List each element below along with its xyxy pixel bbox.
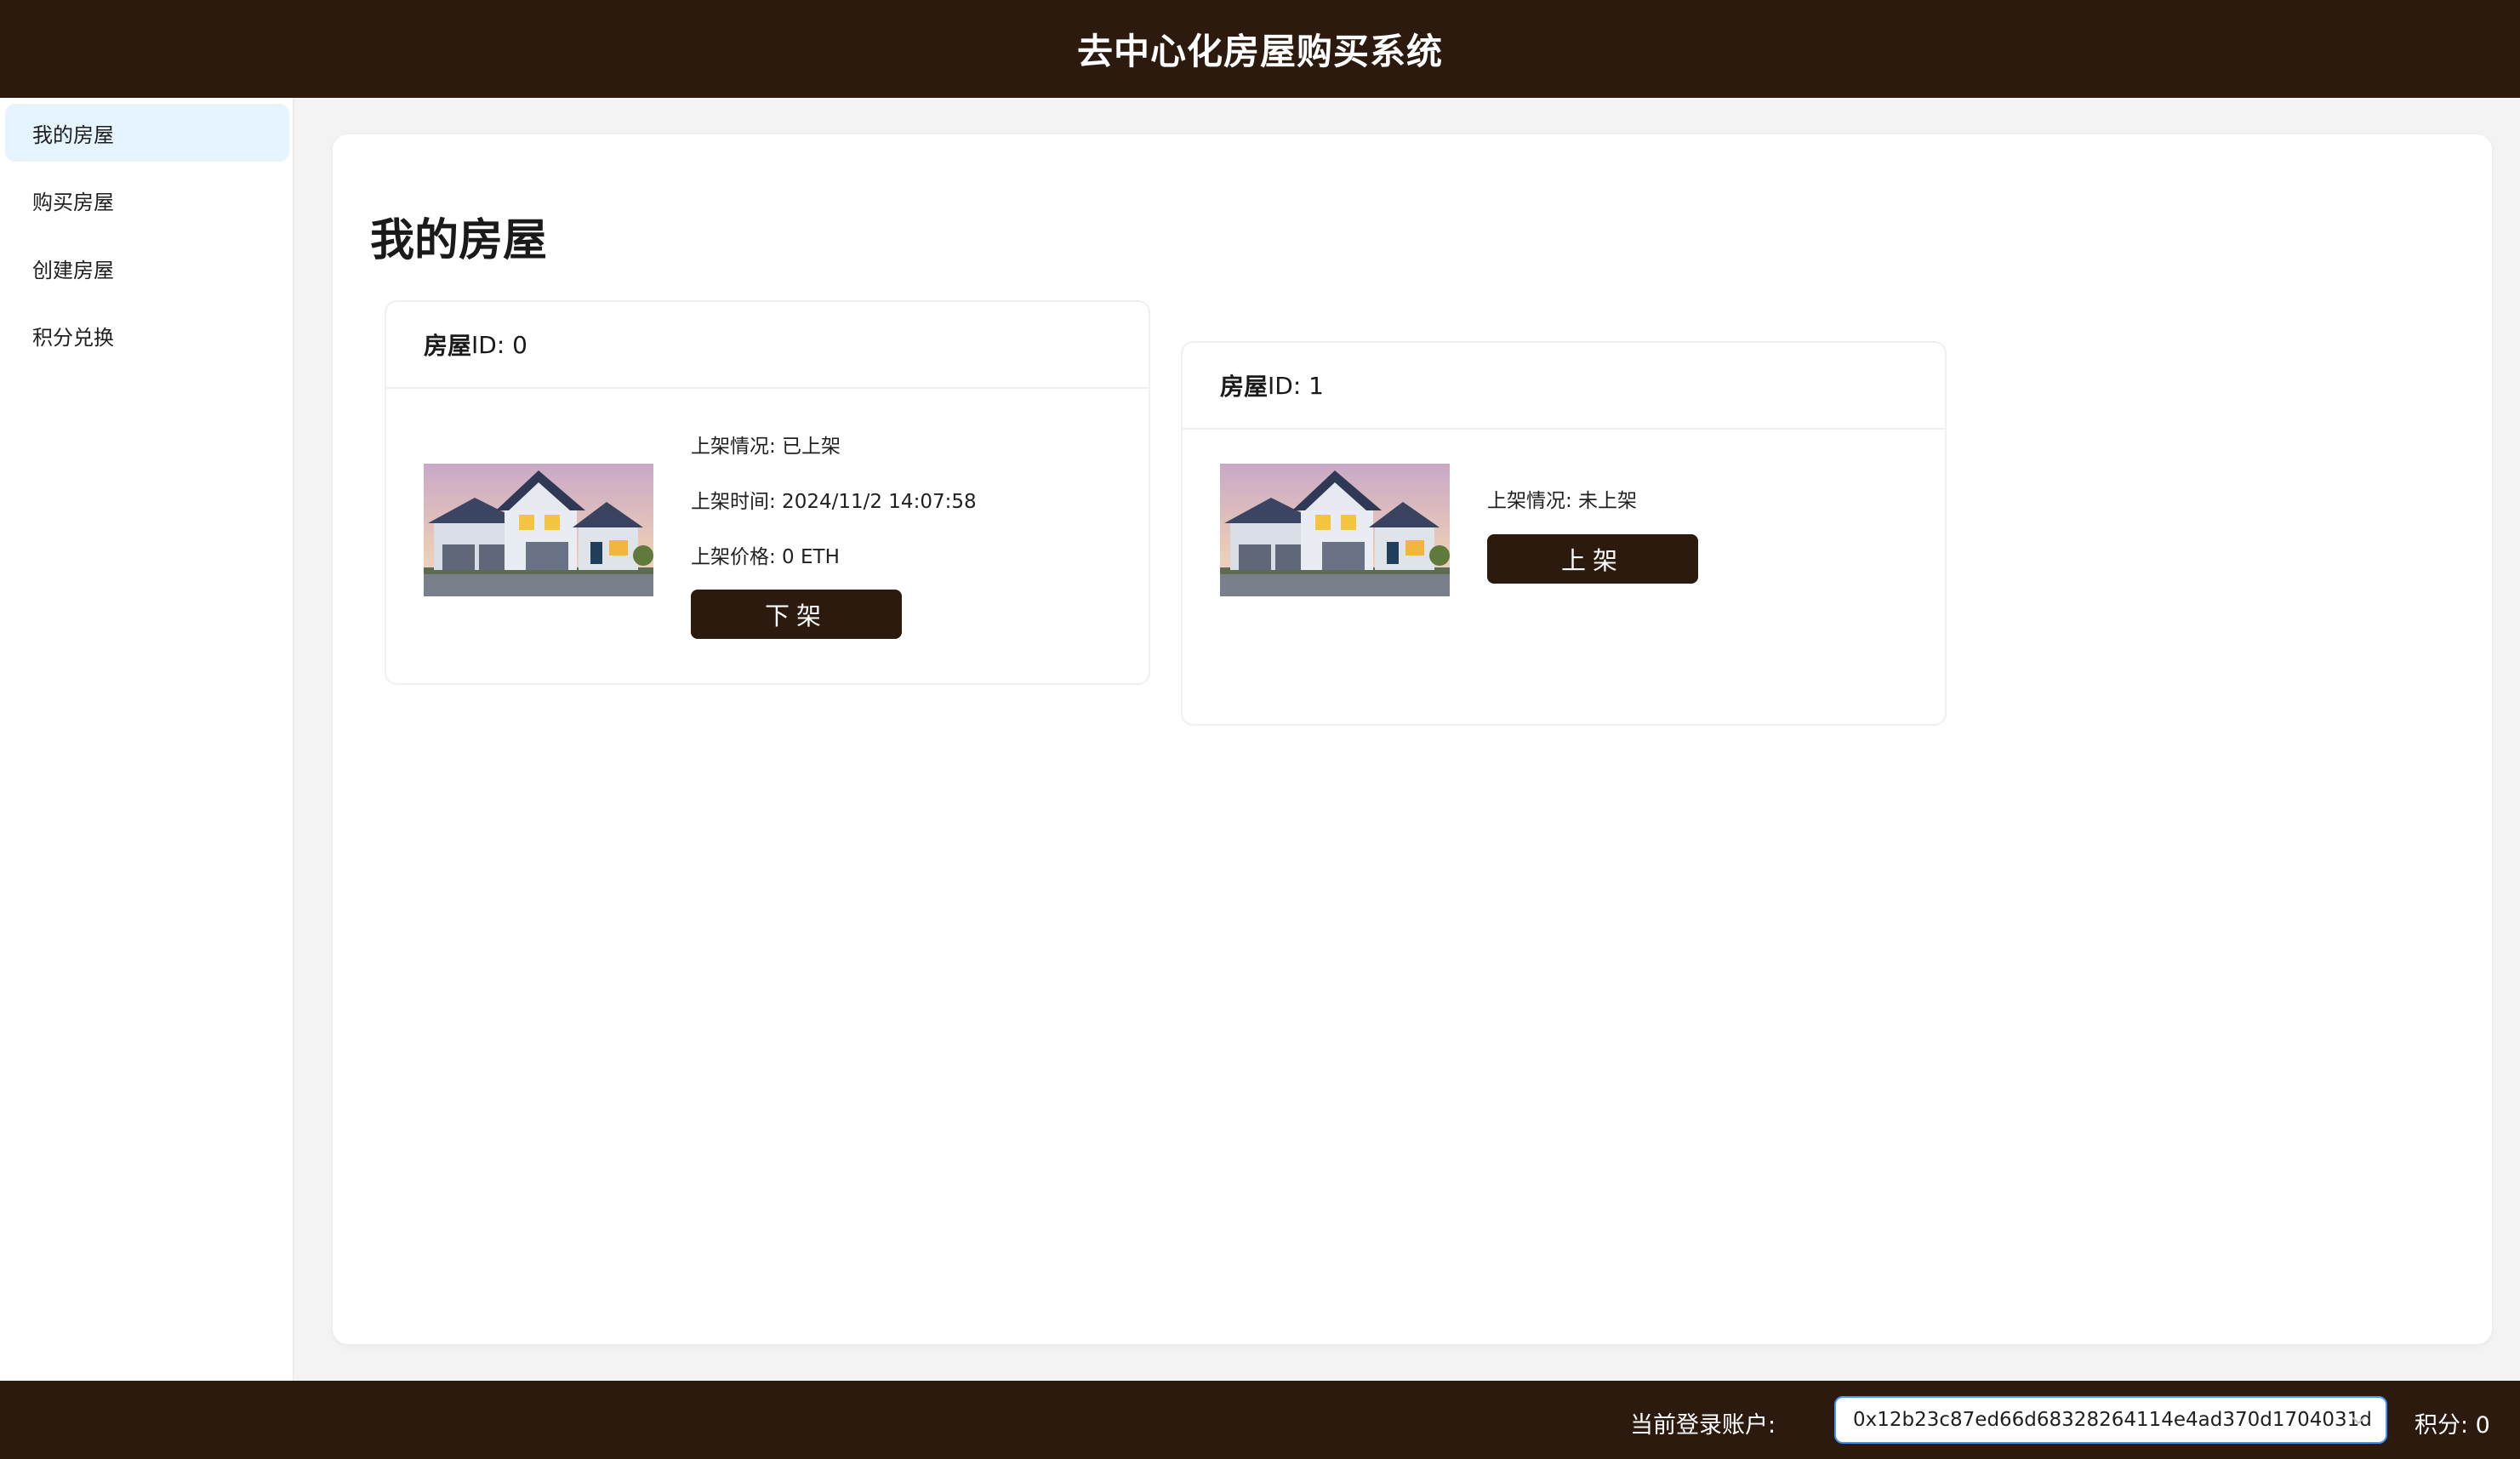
house-image <box>424 464 653 596</box>
house-card: 房屋 ID: 0 上架情况: 已上架 上架时间: 2024/11/2 14:07… <box>385 300 1150 685</box>
house-card-title: 房屋 ID: 1 <box>1183 343 1945 430</box>
page-title: 我的房屋 <box>370 215 548 266</box>
listing-status: 上架情况: 未上架 <box>1487 490 1638 512</box>
sidebar-menu: 我的房屋 购买房屋 创建房屋 积分兑换 <box>0 98 294 1381</box>
listing-price: 上架价格: 0 ETH <box>691 546 840 568</box>
list-button[interactable]: 上架 <box>1487 534 1698 584</box>
house-id-prefix: 房屋 <box>1220 373 1269 401</box>
sidebar-item-my-houses[interactable]: 我的房屋 <box>5 104 289 162</box>
app-title: 去中心化房屋购买系统 <box>1076 31 1443 72</box>
app-header: 去中心化房屋购买系统 <box>0 0 2520 98</box>
app-footer: 当前登录账户: 0x12b23c87ed66d68328264114e4ad37… <box>0 1381 2520 1459</box>
account-label: 当前登录账户: <box>1630 1412 1776 1439</box>
points-display: 积分: 0 <box>2415 1412 2490 1439</box>
sidebar-item-buy-house[interactable]: 购买房屋 <box>5 171 289 229</box>
house-id-value: ID: 1 <box>1268 371 1324 400</box>
sidebar-item-points-exchange[interactable]: 积分兑换 <box>5 306 289 364</box>
sidebar-item-create-house[interactable]: 创建房屋 <box>5 239 289 297</box>
listing-time: 上架时间: 2024/11/2 14:07:58 <box>691 491 977 513</box>
chevron-down-icon <box>2348 1410 2369 1430</box>
listing-status: 上架情况: 已上架 <box>691 436 841 458</box>
house-id-prefix: 房屋 <box>424 332 472 360</box>
house-card-title: 房屋 ID: 0 <box>386 302 1149 389</box>
house-card: 房屋 ID: 1 上架情况: 未上架 上架 <box>1181 341 1947 726</box>
account-select[interactable]: 0x12b23c87ed66d68328264114e4ad370d170403… <box>1834 1396 2387 1444</box>
house-id-value: ID: 0 <box>471 330 527 359</box>
house-image <box>1220 464 1450 596</box>
unlist-button[interactable]: 下架 <box>691 590 902 639</box>
account-value: 0x12b23c87ed66d68328264114e4ad370d170403… <box>1853 1409 2372 1431</box>
